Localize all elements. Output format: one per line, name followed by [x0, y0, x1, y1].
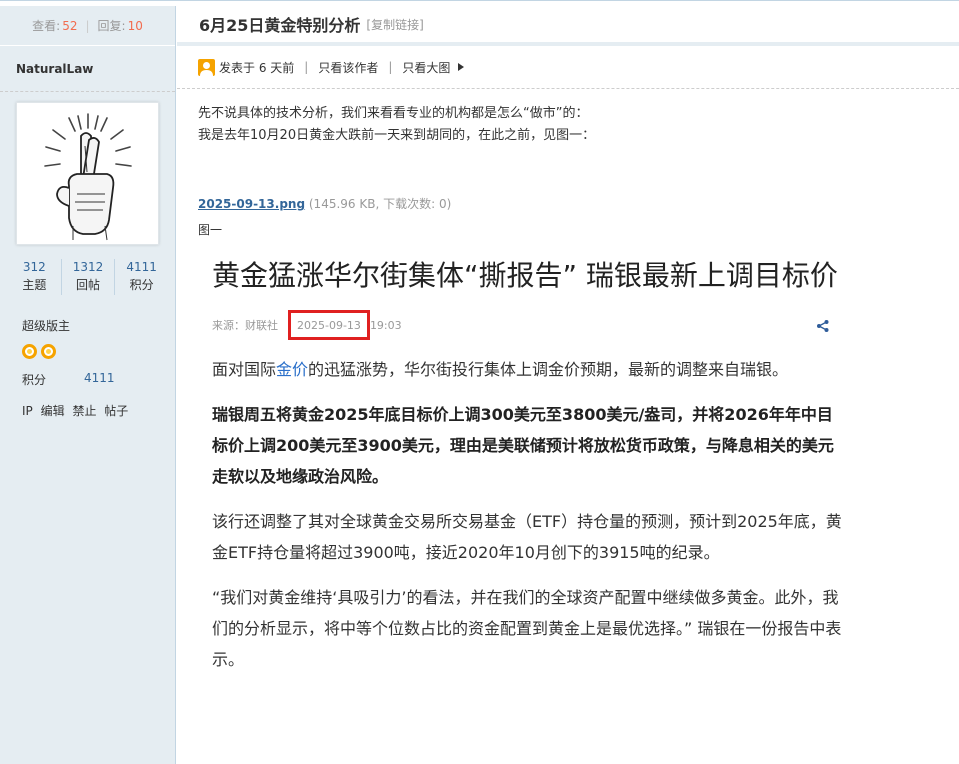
ip-link[interactable]: IP — [22, 404, 33, 418]
image-caption: 图一 — [198, 223, 223, 237]
article-time: 19:03 — [369, 318, 402, 332]
sun-icon — [22, 344, 37, 359]
points-value: 4111 — [84, 371, 115, 385]
meta-divider: | — [388, 60, 393, 74]
avatar[interactable] — [16, 102, 159, 245]
meta-divider: | — [304, 60, 309, 74]
stats-divider: | — [85, 18, 90, 33]
author-rank[interactable]: 超级版主 — [22, 317, 175, 334]
post-meta: 发表于 6 天前 | 只看该作者 | 只看大图 — [177, 46, 959, 89]
post-body: 先不说具体的技术分析，我们来看看专业的机构都是怎么“做市”的： 我是去年10月2… — [177, 89, 959, 147]
highlighted-date: 2025-09-13 — [288, 310, 370, 340]
post-main: 6月25日黄金特别分析 [复制链接] 发表于 6 天前 | 只看该作者 | 只看… — [177, 6, 959, 764]
count-replies[interactable]: 1312 回帖 — [62, 259, 116, 295]
post-time: 发表于 6 天前 — [219, 60, 295, 75]
thread-stats: 查看: 52 | 回复: 10 — [0, 6, 175, 46]
replies-count: 10 — [127, 18, 143, 33]
author-points: 积分 4111 — [22, 371, 175, 388]
sun-icon — [41, 344, 56, 359]
article-meta: 来源：财联社 2025-09-13 19:03 — [212, 310, 842, 340]
only-big-image-link[interactable]: 只看大图 — [402, 59, 450, 76]
author-name[interactable]: NaturalLaw — [0, 46, 175, 92]
post-line: 我是去年10月20日黄金大跌前一天来到胡同的，在此之前，见图一： — [198, 128, 596, 143]
ban-link[interactable]: 禁止 — [72, 404, 96, 418]
views-count: 52 — [62, 18, 78, 33]
article-paragraph-1: 面对国际金价的迅猛涨势，华尔街投行集体上调金价预期，最新的调整来自瑞银。 — [212, 360, 789, 379]
article-date: 2025-09-13 — [297, 318, 361, 332]
rank-stars — [22, 344, 175, 359]
edit-link[interactable]: 编辑 — [41, 404, 65, 418]
share-icon — [817, 320, 829, 332]
article-source: 来源：财联社 — [212, 319, 278, 332]
attachment: 2025-09-13.png (145.96 KB, 下载次数: 0) — [198, 195, 959, 212]
attachment-info: (145.96 KB, 下载次数: 0) — [308, 197, 452, 211]
count-topics[interactable]: 312 主题 — [8, 259, 62, 295]
article-paragraph-4: “我们对黄金维持‘具吸引力’的看法，并在我们的全球资产配置中继续做多黄金。此外，… — [212, 588, 842, 669]
points-label: 积分 — [22, 373, 47, 387]
post-line: 先不说具体的技术分析，我们来看看专业的机构都是怎么“做市”的： — [198, 106, 589, 121]
copy-link-button[interactable]: [复制链接] — [366, 16, 423, 33]
post-title: 6月25日黄金特别分析 — [199, 16, 361, 35]
replies-label: 回复: — [97, 19, 126, 33]
author-counts: 312 主题 1312 回帖 4111 积分 — [8, 259, 168, 295]
play-triangle-icon[interactable] — [458, 63, 465, 71]
attachment-link[interactable]: 2025-09-13.png — [198, 197, 305, 211]
article-paragraph-2: 瑞银周五将黄金2025年底目标价上调300美元至3800美元/盎司，并将2026… — [212, 405, 834, 486]
count-points[interactable]: 4111 积分 — [115, 259, 168, 295]
article-paragraph-3: 该行还调整了其对全球黄金交易所交易基金（ETF）持仓量的预测，预计到2025年底… — [212, 512, 842, 562]
post-title-bar: 6月25日黄金特别分析 [复制链接] — [177, 6, 959, 46]
only-author-link[interactable]: 只看该作者 — [318, 59, 378, 76]
crossed-fingers-hand-icon — [43, 113, 132, 241]
posts-link[interactable]: 帖子 — [104, 404, 128, 418]
article-screenshot[interactable]: 黄金猛涨华尔街集体“撕报告” 瑞银最新上调目标价 来源：财联社 2025-09-… — [212, 256, 842, 726]
gold-price-link: 金价 — [276, 360, 309, 379]
user-icon — [198, 58, 215, 76]
article-title: 黄金猛涨华尔街集体“撕报告” 瑞银最新上调目标价 — [212, 259, 838, 292]
views-label: 查看: — [32, 19, 61, 33]
moderation-links: IP 编辑 禁止 帖子 — [22, 402, 175, 419]
author-sidebar: 查看: 52 | 回复: 10 NaturalLaw 312 主题 1312 回… — [0, 6, 176, 764]
